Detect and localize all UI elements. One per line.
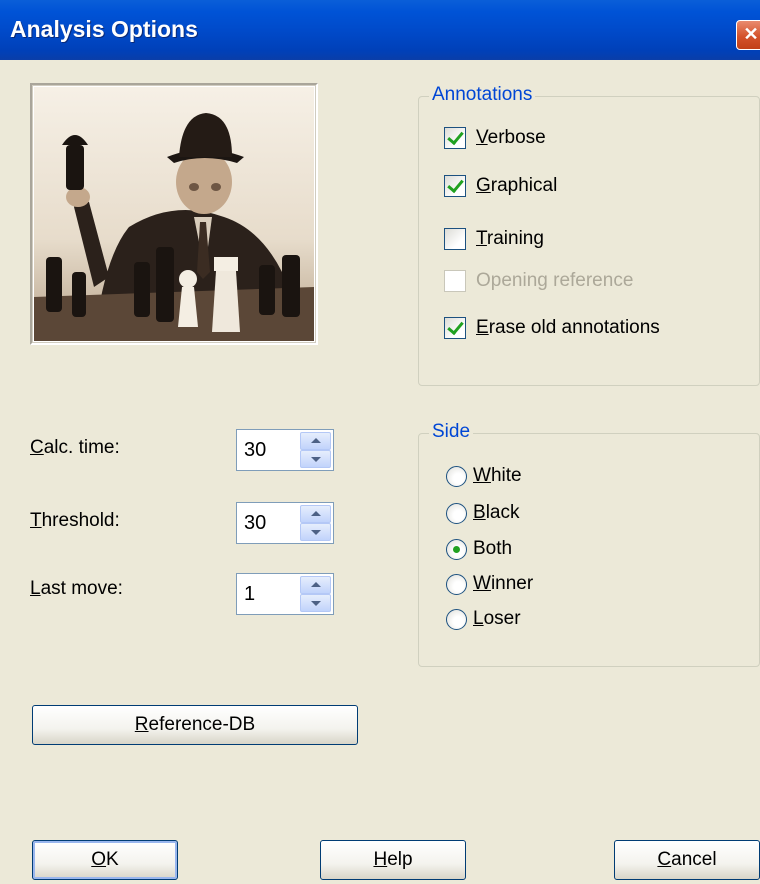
white-radio-button[interactable] <box>446 465 467 487</box>
loser-radio-button[interactable] <box>446 608 467 630</box>
erase-old-annotations-label: Erase old annotations <box>476 317 660 338</box>
training-check-box[interactable] <box>444 228 466 250</box>
threshold-up-icon[interactable] <box>300 505 331 523</box>
side-radio-winner[interactable]: Winner <box>446 573 533 595</box>
threshold-value[interactable]: 30 <box>244 512 266 535</box>
side-radio-black[interactable]: Black <box>446 502 519 524</box>
ok-button[interactable]: OK <box>32 840 178 880</box>
winner-label: Winner <box>473 573 534 594</box>
calc-time-value[interactable]: 30 <box>244 439 266 462</box>
training-checkbox[interactable]: Training <box>444 228 544 250</box>
verbose-label: Verbose <box>476 127 546 148</box>
last-move-down-icon[interactable] <box>300 594 331 612</box>
verbose-check-box[interactable] <box>444 127 466 149</box>
winner-radio-button[interactable] <box>446 573 467 595</box>
last-move-value[interactable]: 1 <box>244 583 255 606</box>
training-label: Training <box>476 228 544 249</box>
opening-reference-check-box <box>444 270 466 292</box>
chess-player-photo <box>30 83 318 345</box>
verbose-checkbox[interactable]: Verbose <box>444 127 546 149</box>
graphical-checkbox[interactable]: Graphical <box>444 175 557 197</box>
side-radio-loser[interactable]: Loser <box>446 608 521 630</box>
title-bar[interactable]: Analysis Options ✕ <box>0 0 760 60</box>
side-legend: Side <box>429 421 474 443</box>
threshold-label: Threshold: <box>30 510 120 531</box>
black-label: Black <box>473 502 520 523</box>
opening-reference-label: Opening reference <box>476 270 634 291</box>
calc-time-spinner[interactable]: 30 <box>236 429 334 471</box>
both-label: Both <box>473 538 513 559</box>
annotations-legend: Annotations <box>429 84 536 106</box>
last-move-spinner[interactable]: 1 <box>236 573 334 615</box>
photo-image <box>34 87 314 341</box>
calc-time-label: Calc. time: <box>30 437 120 458</box>
white-label: White <box>473 465 522 486</box>
last-move-up-icon[interactable] <box>300 576 331 594</box>
reference-db-button[interactable]: Reference-DB <box>32 705 358 745</box>
erase-old-annotations-checkbox[interactable]: Erase old annotations <box>444 317 660 339</box>
calc-time-down-icon[interactable] <box>300 450 331 468</box>
both-radio-button[interactable] <box>446 538 467 560</box>
threshold-spinner[interactable]: 30 <box>236 502 334 544</box>
close-button[interactable]: ✕ <box>736 20 760 50</box>
erase-old-annotations-check-box[interactable] <box>444 317 466 339</box>
help-button[interactable]: Help <box>320 840 466 880</box>
black-radio-button[interactable] <box>446 502 467 524</box>
graphical-label: Graphical <box>476 175 558 196</box>
close-icon: ✕ <box>743 24 759 44</box>
last-move-label: Last move: <box>30 578 123 599</box>
side-radio-white[interactable]: White <box>446 465 522 487</box>
window-title: Analysis Options <box>10 16 198 42</box>
side-radio-both[interactable]: Both <box>446 538 512 560</box>
loser-label: Loser <box>473 608 521 629</box>
calc-time-up-icon[interactable] <box>300 432 331 450</box>
cancel-button[interactable]: Cancel <box>614 840 760 880</box>
graphical-check-box[interactable] <box>444 175 466 197</box>
threshold-down-icon[interactable] <box>300 523 331 541</box>
opening-reference-checkbox: Opening reference <box>444 270 633 292</box>
